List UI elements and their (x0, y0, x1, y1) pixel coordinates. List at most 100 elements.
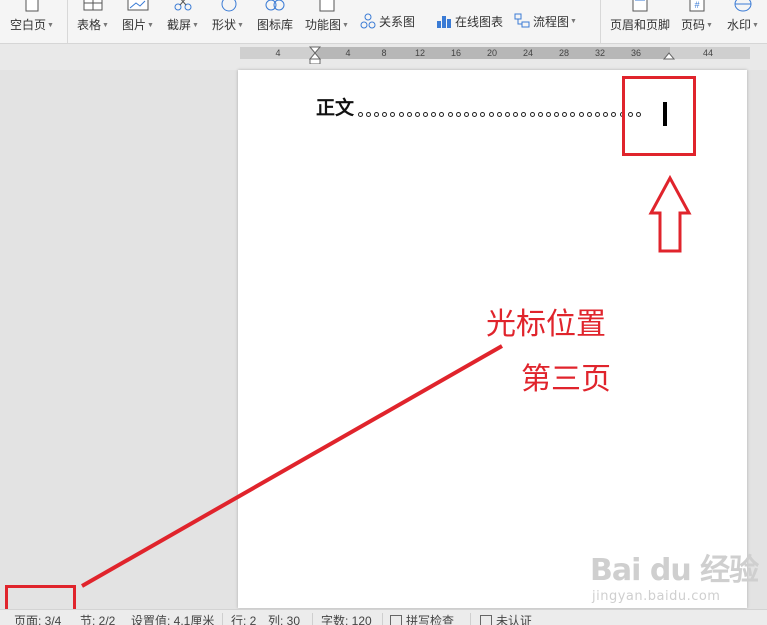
scissors-icon (173, 0, 193, 12)
leader-dot (462, 111, 470, 117)
flowchart-icon (514, 13, 530, 29)
annotation-cursor-position: 光标位置 (486, 307, 606, 342)
verification-status[interactable]: 未认证 (480, 614, 532, 625)
toc-entry[interactable]: 正文 (316, 97, 643, 119)
chevron-down-icon: ▼ (147, 22, 154, 29)
leader-dot (487, 111, 495, 117)
ribbon-divider (600, 0, 601, 43)
status-page-count[interactable]: 页面: 3/4 (14, 614, 61, 625)
status-divider (312, 613, 313, 625)
leader-dot (430, 111, 438, 117)
leader-dot (413, 111, 421, 117)
ruler-tick-label: 8 (381, 48, 386, 58)
picture-button[interactable]: 图片▼ (117, 0, 159, 43)
chevron-down-icon: ▼ (237, 22, 244, 29)
status-divider (222, 613, 223, 625)
online-chart-button[interactable]: 在线图表 (436, 11, 503, 31)
leader-dot (553, 111, 561, 117)
page-number-label: 页码 (681, 18, 706, 32)
spell-check-toggle[interactable]: 拼写检查 (390, 614, 454, 625)
relation-chart-label: 关系图 (379, 14, 416, 29)
picture-label: 图片 (122, 18, 147, 32)
ruler-tick-label: 12 (415, 48, 425, 58)
status-bar: 页面: 3/4 节: 2/2 设置值: 4.1厘米 行: 2 列: 30 字数:… (0, 609, 767, 625)
cursor-highlight-box (622, 76, 696, 156)
leader-dot (544, 111, 552, 117)
leader-dot (528, 111, 536, 117)
online-chart-label: 在线图表 (455, 14, 504, 29)
screenshot-label: 截屏 (167, 18, 192, 32)
relation-chart-icon (360, 13, 376, 29)
table-button[interactable]: 表格▼ (72, 0, 114, 43)
ruler-tick-label: 4 (345, 48, 350, 58)
status-column[interactable]: 列: 30 (268, 614, 300, 625)
header-footer-button[interactable]: 页眉和页脚 (609, 0, 671, 43)
leader-dot (471, 111, 479, 117)
baidu-watermark: Bai du 经验 jingyan.baidu.com (590, 545, 759, 604)
function-chart-label: 功能图 (305, 18, 342, 32)
annotation-third-page: 第三页 (521, 362, 611, 397)
indent-marker-right[interactable] (662, 52, 676, 60)
shield-check-icon (480, 615, 492, 625)
function-chart-icon (317, 0, 337, 12)
picture-icon (127, 0, 149, 12)
leader-dot (422, 111, 430, 117)
flowchart-button[interactable]: 流程图 ▼ (514, 11, 577, 31)
blank-page-button[interactable]: 空白页▼ (4, 0, 60, 43)
watermark-url: jingyan.baidu.com (592, 589, 721, 604)
status-row[interactable]: 行: 2 (231, 614, 256, 625)
chevron-down-icon: ▼ (706, 22, 713, 29)
svg-text:#: # (694, 0, 699, 10)
leader-dot (397, 111, 405, 117)
table-icon (83, 0, 103, 12)
leader-dot (389, 111, 397, 117)
bar-chart-icon (436, 13, 452, 29)
indent-marker-left[interactable] (308, 46, 322, 64)
function-chart-button[interactable]: 功能图▼ (302, 0, 352, 43)
ruler-tick-label: 4 (275, 48, 280, 58)
leader-dot (593, 111, 601, 117)
chevron-down-icon: ▼ (342, 22, 349, 29)
page-number-button[interactable]: # 页码▼ (677, 0, 717, 43)
blank-page-icon (23, 0, 41, 12)
status-divider (470, 613, 471, 625)
shape-button[interactable]: 形状▼ (207, 0, 249, 43)
verification-label: 未认证 (496, 614, 533, 625)
ribbon-toolbar: 空白页▼ 表格▼ 图片▼ 截屏▼ 形状▼ 图标库 功能图▼ 关系图 在线图表 流… (0, 0, 767, 44)
header-footer-label: 页眉和页脚 (609, 18, 670, 32)
icon-library-label: 图标库 (256, 18, 293, 32)
ruler-tick-label: 32 (595, 48, 605, 58)
chevron-down-icon: ▼ (752, 22, 759, 29)
watermark-button[interactable]: 水印▼ (721, 0, 765, 43)
status-word-count[interactable]: 字数: 120 (321, 614, 372, 625)
leader-dot (569, 111, 577, 117)
page-number-icon: # (687, 0, 707, 12)
leader-dot (405, 111, 413, 117)
leader-dot (356, 111, 364, 117)
ruler-tick-label: 44 (703, 48, 713, 58)
checkbox-icon (390, 615, 402, 625)
ruler-tick-label: 36 (631, 48, 641, 58)
icon-library-button[interactable]: 图标库 (252, 0, 298, 43)
header-footer-icon (630, 0, 650, 12)
watermark-label: 水印 (727, 18, 752, 32)
ruler-tick-label: 20 (487, 48, 497, 58)
ruler-tick-label: 16 (451, 48, 461, 58)
leader-dot (602, 111, 610, 117)
leader-dot (454, 111, 462, 117)
ribbon-top-row-left (366, 0, 426, 4)
horizontal-ruler[interactable]: 4 4 8 12 16 20 24 28 32 36 44 (0, 44, 767, 64)
watermark-icon (733, 0, 753, 12)
status-setting-value[interactable]: 设置值: 4.1厘米 (131, 614, 214, 625)
blank-page-label: 空白页 (10, 18, 47, 32)
leader-dot (372, 111, 380, 117)
leader-dot (610, 111, 618, 117)
leader-dot (585, 111, 593, 117)
toc-entry-text: 正文 (316, 97, 355, 119)
relation-chart-button[interactable]: 关系图 (360, 11, 415, 31)
shape-label: 形状 (212, 18, 237, 32)
table-label: 表格 (77, 18, 102, 32)
status-section[interactable]: 节: 2/2 (80, 614, 115, 625)
screenshot-button[interactable]: 截屏▼ (162, 0, 204, 43)
status-divider (382, 613, 383, 625)
